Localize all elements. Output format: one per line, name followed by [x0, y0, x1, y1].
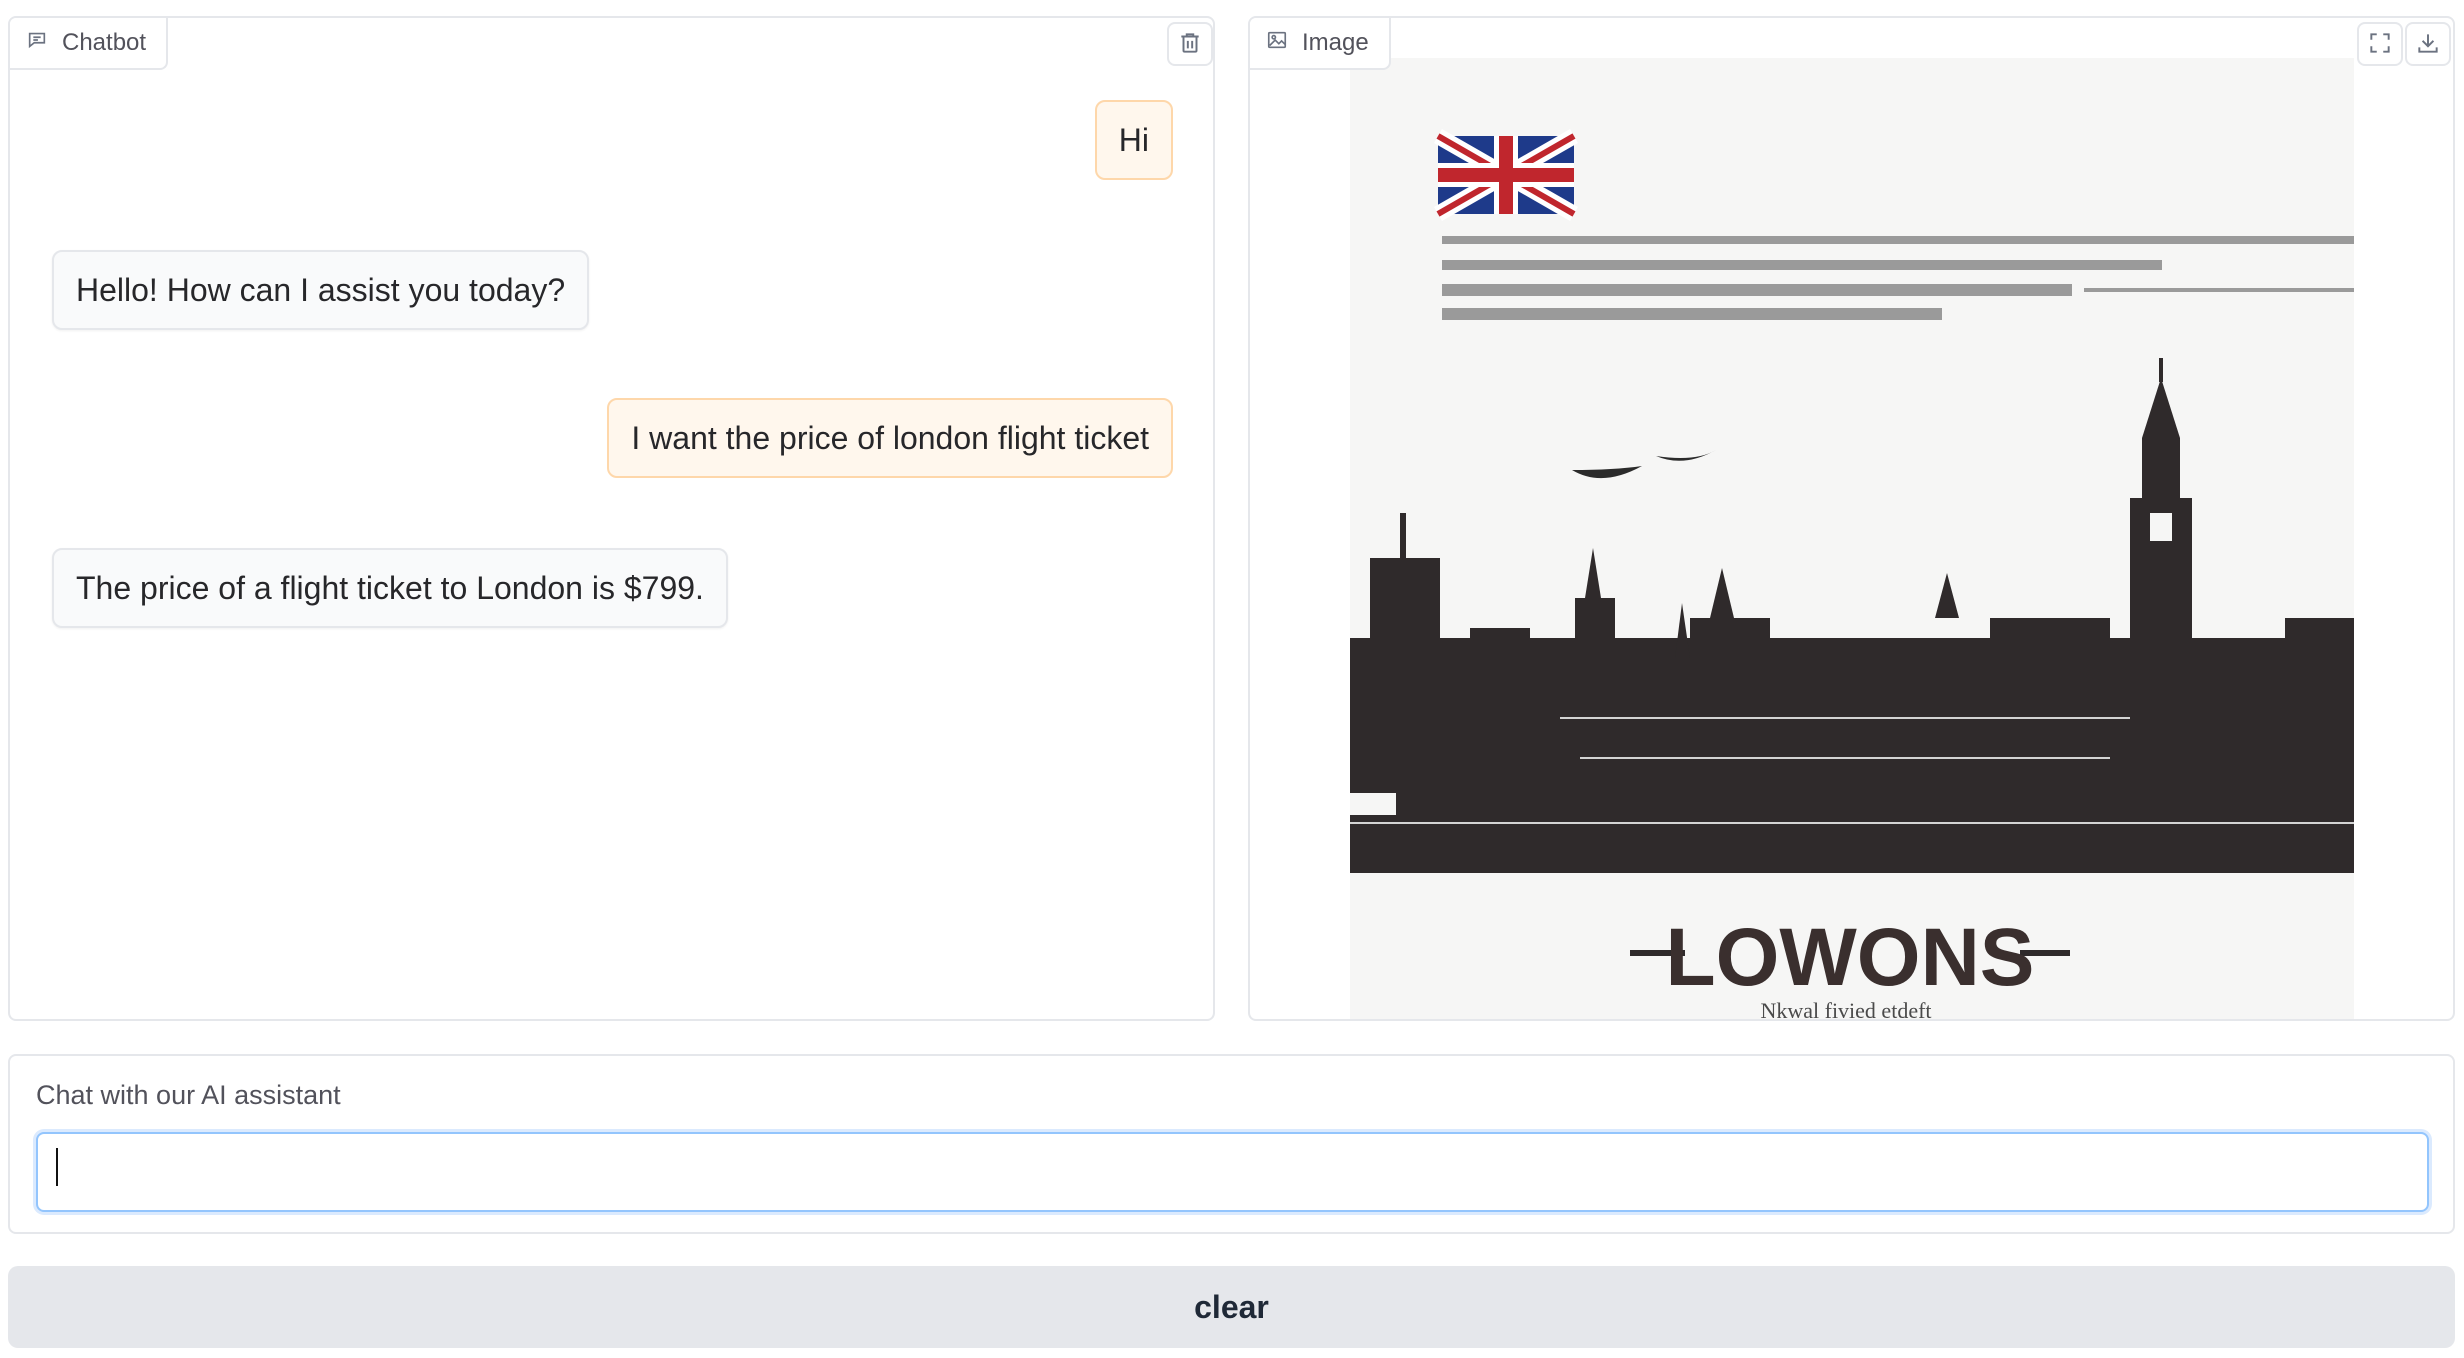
generated-image: LOWONS Nkwal fivied etdeft	[1350, 58, 2354, 1021]
app-root: Chatbot Hi Hello! How can I assist you t…	[0, 0, 2464, 1358]
trash-icon	[1177, 30, 1203, 59]
message-text: The price of a flight ticket to London i…	[76, 569, 704, 606]
image-panel: LOWONS Nkwal fivied etdeft Image	[1248, 16, 2455, 1021]
image-icon	[1266, 29, 1288, 58]
chatbot-panel: Chatbot Hi Hello! How can I assist you t…	[8, 16, 1215, 1021]
clear-button[interactable]: clear	[8, 1266, 2455, 1348]
message-text: Hi	[1118, 121, 1149, 158]
clear-chat-button[interactable]	[1167, 22, 1213, 66]
bot-message: The price of a flight ticket to London i…	[52, 548, 728, 628]
chatbot-label: Chatbot	[10, 18, 169, 70]
bot-message: Hello! How can I assist you today?	[52, 250, 590, 330]
chat-icon	[26, 29, 48, 58]
message-text: Hello! How can I assist you today?	[76, 271, 566, 308]
chat-input-label: Chat with our AI assistant	[36, 1080, 341, 1110]
chat-input[interactable]	[36, 1132, 2429, 1212]
download-icon	[2415, 30, 2441, 59]
user-message: I want the price of london flight ticket	[607, 398, 1173, 478]
image-label-text: Image	[1302, 29, 1369, 56]
image-label: Image	[1250, 18, 1391, 70]
uk-flag	[1434, 129, 1578, 221]
download-button[interactable]	[2405, 22, 2451, 66]
fullscreen-button[interactable]	[2357, 22, 2403, 66]
chatbot-label-text: Chatbot	[62, 29, 147, 56]
message-text: I want the price of london flight ticket	[631, 419, 1149, 456]
fullscreen-icon	[2367, 30, 2393, 59]
text-caret	[56, 1148, 58, 1186]
poster-title: LOWONS	[1666, 912, 2035, 1003]
chat-input-block: Chat with our AI assistant	[8, 1054, 2455, 1234]
user-message: Hi	[1094, 100, 1173, 180]
poster-subtitle: Nkwal fivied etdeft	[1760, 998, 1931, 1021]
